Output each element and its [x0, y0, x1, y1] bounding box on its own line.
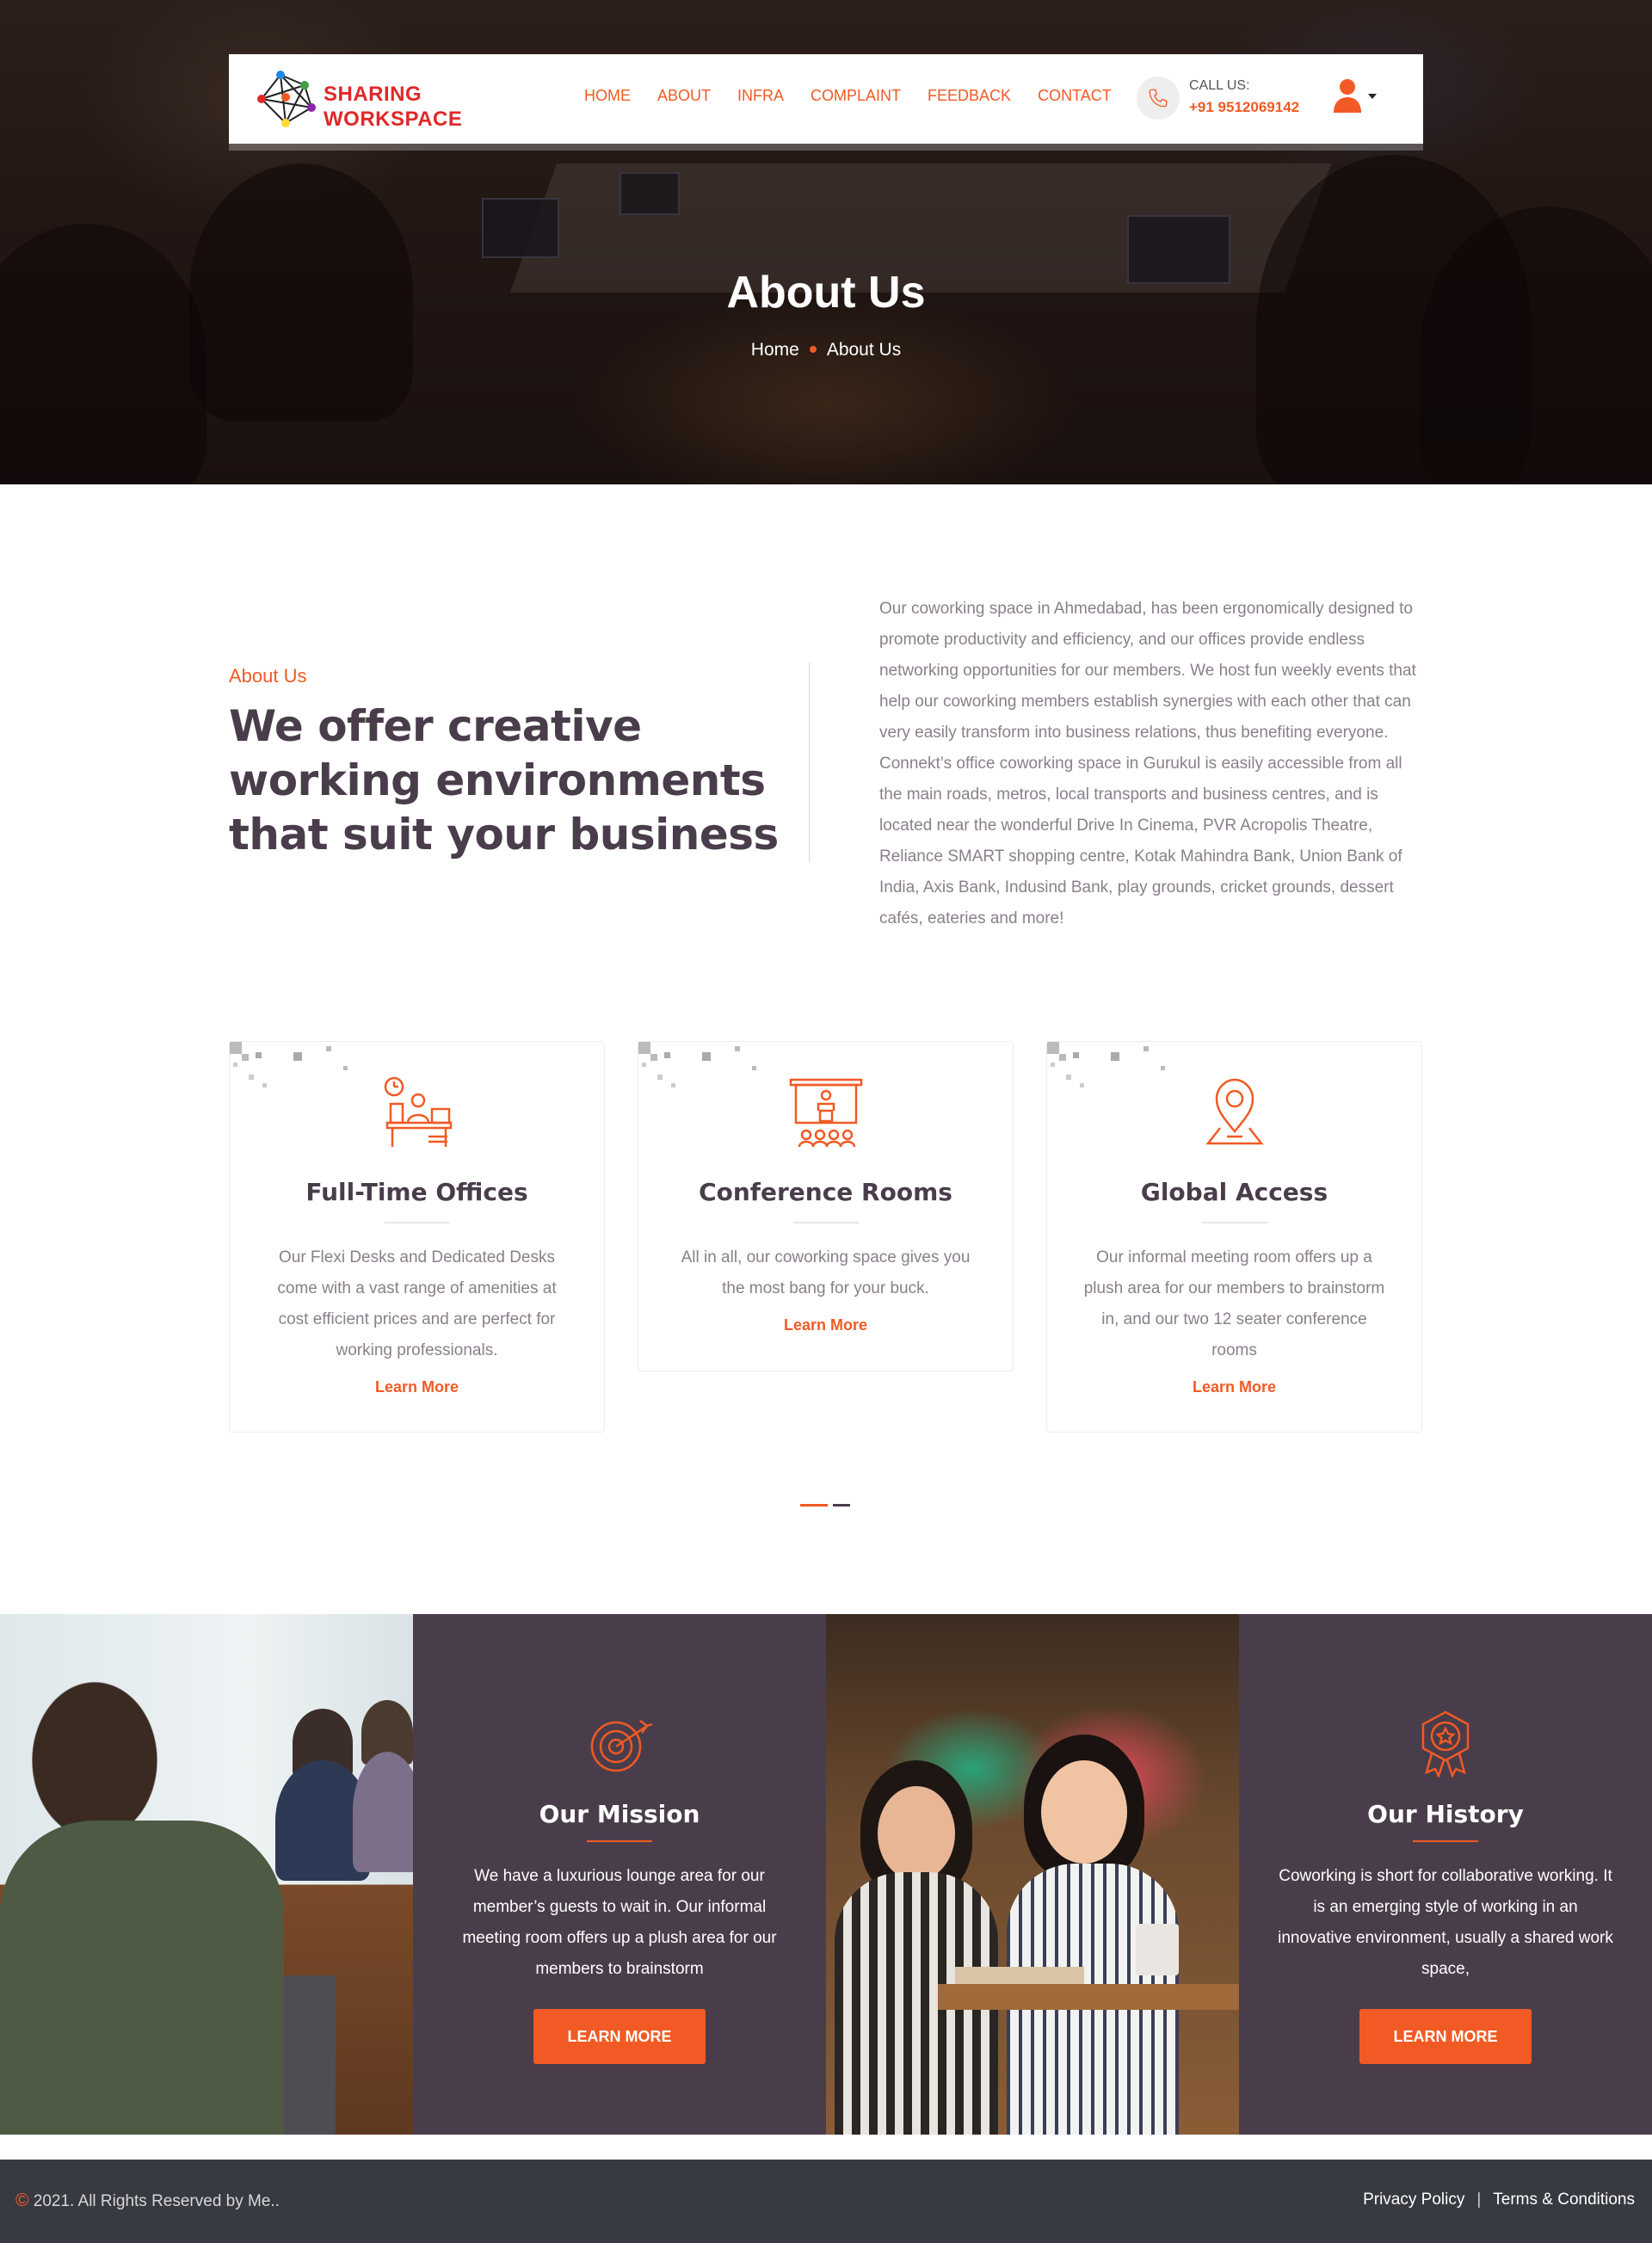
terms-conditions-link[interactable]: Terms & Conditions	[1493, 2191, 1635, 2209]
carousel-pagination	[800, 1504, 850, 1507]
breadcrumb-current: About Us	[826, 340, 902, 360]
privacy-policy-link[interactable]: Privacy Policy	[1363, 2191, 1464, 2209]
copyright-label: 2021. All Rights Reserved by Me..	[28, 2192, 280, 2210]
page-title: About Us	[726, 268, 926, 317]
breadcrumb-separator-dot	[809, 345, 817, 353]
women-laughing-photo	[826, 1614, 1239, 2135]
copyright-icon: ©	[15, 2191, 29, 2210]
service-title: Conference Rooms	[699, 1178, 952, 1206]
nav-infra[interactable]: INFRA	[737, 87, 784, 105]
about-divider	[809, 662, 810, 862]
office-desk-icon	[384, 1076, 452, 1147]
title-underline	[1201, 1222, 1267, 1223]
nav-complaint[interactable]: COMPLAINT	[811, 87, 901, 105]
title-underline	[1413, 1840, 1478, 1842]
about-heading: We offer creative working environments t…	[229, 701, 779, 860]
site-footer: © 2021. All Rights Reserved by Me.. Priv…	[0, 2160, 1652, 2243]
logo-line2: WORKSPACE	[324, 108, 463, 131]
history-text: Coworking is short for collaborative wor…	[1278, 1867, 1613, 1978]
nav-contact[interactable]: CONTACT	[1038, 87, 1112, 105]
history-panel: Our History Coworking is short for colla…	[1239, 1614, 1652, 2135]
decorative-pixel-dots	[1047, 1042, 1165, 1088]
site-logo[interactable]: SHARING WORKSPACE	[255, 66, 470, 132]
service-description: Our Flexi Desks and Dedicated Desks come…	[277, 1248, 557, 1359]
service-title: Full-Time Offices	[305, 1178, 528, 1206]
breadcrumb: Home About Us	[0, 340, 1652, 360]
user-account-menu[interactable]	[1332, 78, 1384, 116]
title-underline	[587, 1840, 652, 1842]
service-card-conference-rooms: Conference Rooms All in all, our coworki…	[638, 1041, 1014, 1371]
call-number[interactable]: +91 9512069142	[1189, 99, 1299, 116]
nav-home[interactable]: HOME	[584, 87, 631, 105]
logo-wordmark: SHARING WORKSPACE	[324, 82, 462, 132]
service-title: Global Access	[1140, 1178, 1328, 1206]
logo-network-icon	[257, 71, 316, 127]
history-title: Our History	[1367, 1800, 1524, 1828]
mission-title: Our Mission	[539, 1800, 700, 1828]
office-woman-photo	[0, 1614, 413, 2135]
chevron-down-icon	[1368, 94, 1377, 99]
phone-icon[interactable]	[1137, 77, 1180, 120]
learn-more-link[interactable]: Learn More	[638, 1316, 1013, 1334]
footer-links: Privacy Policy | Terms & Conditions	[1363, 2191, 1635, 2209]
service-description: Our informal meeting room offers up a pl…	[1083, 1248, 1385, 1359]
service-card-global-access: Global Access Our informal meeting room …	[1046, 1041, 1422, 1433]
breadcrumb-home[interactable]: Home	[751, 340, 799, 360]
about-eyebrow: About Us	[229, 665, 307, 687]
title-underline	[384, 1222, 450, 1223]
conference-podium-icon	[789, 1078, 862, 1148]
user-avatar-icon	[1334, 79, 1377, 113]
mission-learn-more-button[interactable]: LEARN MORE	[533, 2009, 706, 2064]
history-learn-more-button[interactable]: LEARN MORE	[1359, 2009, 1532, 2064]
carousel-dot[interactable]	[833, 1504, 850, 1507]
award-badge-icon	[1421, 1710, 1470, 1779]
nav-about[interactable]: ABOUT	[657, 87, 711, 105]
title-underline	[792, 1222, 859, 1223]
mission-text: We have a luxurious lounge area for our …	[462, 1867, 777, 1978]
footer-separator: |	[1476, 2191, 1482, 2209]
carousel-dot-active[interactable]	[800, 1504, 828, 1507]
map-pin-icon	[1205, 1078, 1264, 1145]
service-description: All in all, our coworking space gives yo…	[681, 1248, 971, 1297]
nav-feedback[interactable]: FEEDBACK	[928, 87, 1011, 105]
service-card-full-time-offices: Full-Time Offices Our Flexi Desks and De…	[229, 1041, 605, 1433]
mission-panel: Our Mission We have a luxurious lounge a…	[413, 1614, 826, 2135]
about-body-text: Our coworking space in Ahmedabad, has be…	[879, 600, 1416, 927]
hero-banner: SHARING WORKSPACE HOME ABOUT INFRA COMPL…	[0, 0, 1652, 484]
logo-line1: SHARING	[324, 83, 422, 106]
main-nav: HOME ABOUT INFRA COMPLAINT FEEDBACK CONT…	[584, 87, 1138, 105]
decorative-pixel-dots	[230, 1042, 348, 1088]
decorative-pixel-dots	[638, 1042, 756, 1088]
site-header: SHARING WORKSPACE HOME ABOUT INFRA COMPL…	[229, 54, 1423, 144]
target-icon	[590, 1720, 653, 1772]
mission-history-band: Our Mission We have a luxurious lounge a…	[0, 1614, 1652, 2135]
learn-more-link[interactable]: Learn More	[230, 1378, 604, 1396]
call-label: CALL US:	[1189, 78, 1250, 93]
learn-more-link[interactable]: Learn More	[1047, 1378, 1421, 1396]
copyright-text: © 2021. All Rights Reserved by Me..	[15, 2191, 280, 2211]
